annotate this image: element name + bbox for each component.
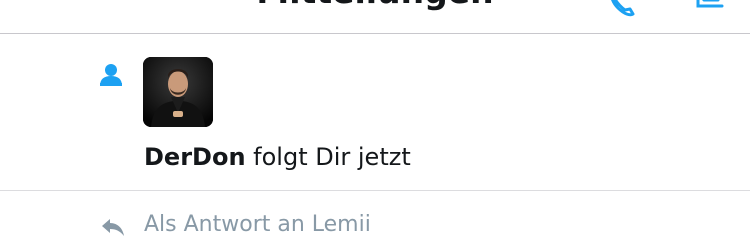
reply-to-text: Als Antwort an Lemii <box>144 212 371 237</box>
notification-item[interactable]: DerDon folgt Dir jetzt <box>0 34 750 191</box>
phone-icon[interactable] <box>604 0 636 22</box>
navigation-bar: Mitteilungen <box>0 0 750 34</box>
page-title: Mitteilungen <box>0 0 750 11</box>
reply-arrow-icon <box>100 217 126 237</box>
notifications-screen: Mitteilungen <box>0 0 750 250</box>
follow-action-text: folgt Dir jetzt <box>245 143 411 171</box>
reply-context[interactable]: Als Antwort an Lemii <box>0 191 750 250</box>
follow-person-icon <box>99 62 125 88</box>
notification-text: DerDon folgt Dir jetzt <box>144 143 411 171</box>
compose-icon[interactable] <box>688 0 728 22</box>
avatar[interactable] <box>143 57 213 127</box>
user-name[interactable]: DerDon <box>144 143 246 171</box>
